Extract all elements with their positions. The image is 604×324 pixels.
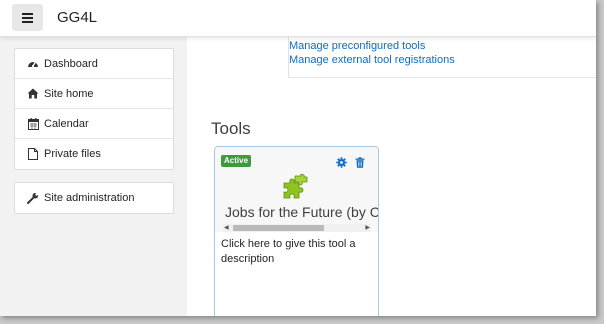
nav-item-site-administration[interactable]: Site administration <box>15 183 173 213</box>
tool-description[interactable]: Click here to give this tool a descripti… <box>221 237 371 267</box>
scroll-left-icon[interactable]: ◀ <box>224 224 229 232</box>
home-icon <box>27 88 39 100</box>
nav-drawer: Dashboard Site home Calendar Private fil… <box>0 37 187 316</box>
nav-item-label: Private files <box>44 148 101 160</box>
site-name[interactable]: GG4L <box>57 9 97 26</box>
nav-item-site-home[interactable]: Site home <box>15 79 173 109</box>
nav-group-admin: Site administration <box>14 182 174 214</box>
browser-page: GG4L Dashboard Site home Calendar Privat… <box>0 0 596 316</box>
nav-item-calendar[interactable]: Calendar <box>15 109 173 139</box>
top-navbar: GG4L <box>0 0 596 37</box>
nav-item-label: Calendar <box>44 117 89 130</box>
file-icon <box>27 148 39 160</box>
trash-icon[interactable] <box>355 155 365 168</box>
tool-card-header: Active Jobs for the Future (by C ◀ ▶ <box>215 147 378 232</box>
tool-name[interactable]: Jobs for the Future (by C <box>225 204 378 220</box>
scrollbar-thumb[interactable] <box>233 225 324 231</box>
main-content: Manage preconfigured tools Manage extern… <box>187 37 596 316</box>
nav-group-main: Dashboard Site home Calendar Private fil… <box>14 48 174 170</box>
nav-item-label: Dashboard <box>44 57 98 70</box>
gear-icon[interactable] <box>336 155 347 168</box>
horizontal-scrollbar[interactable]: ◀ ▶ <box>223 224 371 232</box>
scroll-right-icon[interactable]: ▶ <box>365 224 370 232</box>
status-badge: Active <box>221 155 252 167</box>
hamburger-icon <box>22 12 33 23</box>
tool-card[interactable]: Active Jobs for the Future (by C ◀ ▶ Cli… <box>214 146 379 316</box>
nav-item-private-files[interactable]: Private files <box>15 139 173 169</box>
divider <box>288 77 596 78</box>
tools-heading: Tools <box>211 119 251 138</box>
manage-preconfigured-tools-link[interactable]: Manage preconfigured tools <box>289 40 425 52</box>
manage-external-tool-registrations-link[interactable]: Manage external tool registrations <box>289 54 455 66</box>
tachometer-icon <box>27 58 39 70</box>
puzzle-icon <box>282 173 308 200</box>
wrench-icon <box>27 192 39 204</box>
nav-item-dashboard[interactable]: Dashboard <box>15 49 173 79</box>
calendar-icon <box>27 117 39 130</box>
nav-item-label: Site administration <box>44 192 135 204</box>
drawer-toggle-button[interactable] <box>12 4 43 31</box>
nav-item-label: Site home <box>44 87 94 100</box>
